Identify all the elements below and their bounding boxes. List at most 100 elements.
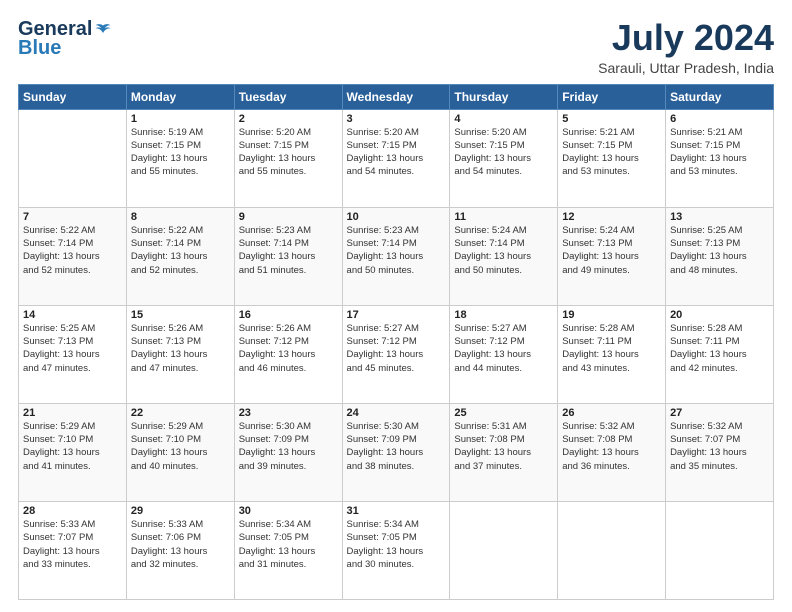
day-number: 27 [670, 407, 769, 419]
calendar-cell: 17Sunrise: 5:27 AMSunset: 7:12 PMDayligh… [342, 305, 450, 403]
day-info: Sunrise: 5:23 AMSunset: 7:14 PMDaylight:… [239, 224, 338, 277]
calendar-cell: 25Sunrise: 5:31 AMSunset: 7:08 PMDayligh… [450, 403, 558, 501]
day-info: Sunrise: 5:32 AMSunset: 7:07 PMDaylight:… [670, 420, 769, 473]
calendar-cell: 9Sunrise: 5:23 AMSunset: 7:14 PMDaylight… [234, 207, 342, 305]
day-info: Sunrise: 5:31 AMSunset: 7:08 PMDaylight:… [454, 420, 553, 473]
day-number: 25 [454, 407, 553, 419]
calendar-cell: 5Sunrise: 5:21 AMSunset: 7:15 PMDaylight… [558, 109, 666, 207]
day-number: 9 [239, 211, 338, 223]
calendar-cell: 22Sunrise: 5:29 AMSunset: 7:10 PMDayligh… [126, 403, 234, 501]
day-info: Sunrise: 5:28 AMSunset: 7:11 PMDaylight:… [562, 322, 661, 375]
logo-blue: Blue [18, 37, 61, 60]
calendar-cell: 15Sunrise: 5:26 AMSunset: 7:13 PMDayligh… [126, 305, 234, 403]
logo: General Blue [18, 18, 112, 60]
day-number: 10 [347, 211, 446, 223]
day-info: Sunrise: 5:24 AMSunset: 7:13 PMDaylight:… [562, 224, 661, 277]
day-number: 20 [670, 309, 769, 321]
day-number: 11 [454, 211, 553, 223]
day-number: 26 [562, 407, 661, 419]
calendar-cell: 27Sunrise: 5:32 AMSunset: 7:07 PMDayligh… [666, 403, 774, 501]
day-info: Sunrise: 5:19 AMSunset: 7:15 PMDaylight:… [131, 126, 230, 179]
day-info: Sunrise: 5:26 AMSunset: 7:12 PMDaylight:… [239, 322, 338, 375]
day-number: 2 [239, 113, 338, 125]
day-info: Sunrise: 5:33 AMSunset: 7:06 PMDaylight:… [131, 518, 230, 571]
calendar-week-1: 1Sunrise: 5:19 AMSunset: 7:15 PMDaylight… [19, 109, 774, 207]
day-number: 17 [347, 309, 446, 321]
calendar-cell [558, 501, 666, 599]
calendar-cell: 31Sunrise: 5:34 AMSunset: 7:05 PMDayligh… [342, 501, 450, 599]
calendar-week-2: 7Sunrise: 5:22 AMSunset: 7:14 PMDaylight… [19, 207, 774, 305]
calendar-cell: 19Sunrise: 5:28 AMSunset: 7:11 PMDayligh… [558, 305, 666, 403]
day-number: 31 [347, 505, 446, 517]
day-info: Sunrise: 5:20 AMSunset: 7:15 PMDaylight:… [239, 126, 338, 179]
day-info: Sunrise: 5:25 AMSunset: 7:13 PMDaylight:… [670, 224, 769, 277]
day-number: 1 [131, 113, 230, 125]
day-info: Sunrise: 5:26 AMSunset: 7:13 PMDaylight:… [131, 322, 230, 375]
calendar-cell: 28Sunrise: 5:33 AMSunset: 7:07 PMDayligh… [19, 501, 127, 599]
calendar-cell: 29Sunrise: 5:33 AMSunset: 7:06 PMDayligh… [126, 501, 234, 599]
day-number: 3 [347, 113, 446, 125]
col-tuesday: Tuesday [234, 84, 342, 109]
day-number: 19 [562, 309, 661, 321]
calendar-cell [666, 501, 774, 599]
col-saturday: Saturday [666, 84, 774, 109]
day-info: Sunrise: 5:32 AMSunset: 7:08 PMDaylight:… [562, 420, 661, 473]
day-info: Sunrise: 5:27 AMSunset: 7:12 PMDaylight:… [454, 322, 553, 375]
location: Sarauli, Uttar Pradesh, India [598, 60, 774, 76]
col-wednesday: Wednesday [342, 84, 450, 109]
day-number: 13 [670, 211, 769, 223]
calendar-cell: 30Sunrise: 5:34 AMSunset: 7:05 PMDayligh… [234, 501, 342, 599]
day-number: 30 [239, 505, 338, 517]
day-info: Sunrise: 5:30 AMSunset: 7:09 PMDaylight:… [347, 420, 446, 473]
day-number: 8 [131, 211, 230, 223]
day-info: Sunrise: 5:20 AMSunset: 7:15 PMDaylight:… [454, 126, 553, 179]
day-info: Sunrise: 5:23 AMSunset: 7:14 PMDaylight:… [347, 224, 446, 277]
calendar-cell: 18Sunrise: 5:27 AMSunset: 7:12 PMDayligh… [450, 305, 558, 403]
day-number: 28 [23, 505, 122, 517]
calendar-cell: 11Sunrise: 5:24 AMSunset: 7:14 PMDayligh… [450, 207, 558, 305]
calendar-cell: 1Sunrise: 5:19 AMSunset: 7:15 PMDaylight… [126, 109, 234, 207]
col-monday: Monday [126, 84, 234, 109]
day-number: 16 [239, 309, 338, 321]
day-info: Sunrise: 5:22 AMSunset: 7:14 PMDaylight:… [131, 224, 230, 277]
header: General Blue July 2024 Sarauli, Uttar Pr… [18, 18, 774, 76]
col-friday: Friday [558, 84, 666, 109]
day-info: Sunrise: 5:34 AMSunset: 7:05 PMDaylight:… [347, 518, 446, 571]
calendar-week-5: 28Sunrise: 5:33 AMSunset: 7:07 PMDayligh… [19, 501, 774, 599]
day-number: 12 [562, 211, 661, 223]
calendar-cell: 24Sunrise: 5:30 AMSunset: 7:09 PMDayligh… [342, 403, 450, 501]
day-number: 4 [454, 113, 553, 125]
day-info: Sunrise: 5:21 AMSunset: 7:15 PMDaylight:… [562, 126, 661, 179]
calendar-cell: 14Sunrise: 5:25 AMSunset: 7:13 PMDayligh… [19, 305, 127, 403]
day-info: Sunrise: 5:21 AMSunset: 7:15 PMDaylight:… [670, 126, 769, 179]
day-number: 15 [131, 309, 230, 321]
day-number: 5 [562, 113, 661, 125]
calendar-cell: 21Sunrise: 5:29 AMSunset: 7:10 PMDayligh… [19, 403, 127, 501]
calendar-week-3: 14Sunrise: 5:25 AMSunset: 7:13 PMDayligh… [19, 305, 774, 403]
calendar-cell: 6Sunrise: 5:21 AMSunset: 7:15 PMDaylight… [666, 109, 774, 207]
day-number: 14 [23, 309, 122, 321]
calendar-table: Sunday Monday Tuesday Wednesday Thursday… [18, 84, 774, 600]
title-section: July 2024 Sarauli, Uttar Pradesh, India [598, 18, 774, 76]
day-info: Sunrise: 5:25 AMSunset: 7:13 PMDaylight:… [23, 322, 122, 375]
day-info: Sunrise: 5:29 AMSunset: 7:10 PMDaylight:… [131, 420, 230, 473]
day-number: 22 [131, 407, 230, 419]
day-info: Sunrise: 5:24 AMSunset: 7:14 PMDaylight:… [454, 224, 553, 277]
calendar-cell [450, 501, 558, 599]
day-info: Sunrise: 5:20 AMSunset: 7:15 PMDaylight:… [347, 126, 446, 179]
day-number: 29 [131, 505, 230, 517]
calendar-cell: 2Sunrise: 5:20 AMSunset: 7:15 PMDaylight… [234, 109, 342, 207]
page: General Blue July 2024 Sarauli, Uttar Pr… [0, 0, 792, 612]
calendar-cell: 23Sunrise: 5:30 AMSunset: 7:09 PMDayligh… [234, 403, 342, 501]
col-thursday: Thursday [450, 84, 558, 109]
day-number: 24 [347, 407, 446, 419]
month-year: July 2024 [598, 18, 774, 58]
calendar-cell: 20Sunrise: 5:28 AMSunset: 7:11 PMDayligh… [666, 305, 774, 403]
calendar-week-4: 21Sunrise: 5:29 AMSunset: 7:10 PMDayligh… [19, 403, 774, 501]
calendar-cell: 16Sunrise: 5:26 AMSunset: 7:12 PMDayligh… [234, 305, 342, 403]
calendar-cell: 12Sunrise: 5:24 AMSunset: 7:13 PMDayligh… [558, 207, 666, 305]
calendar-cell: 26Sunrise: 5:32 AMSunset: 7:08 PMDayligh… [558, 403, 666, 501]
header-row: Sunday Monday Tuesday Wednesday Thursday… [19, 84, 774, 109]
day-info: Sunrise: 5:27 AMSunset: 7:12 PMDaylight:… [347, 322, 446, 375]
calendar-cell: 4Sunrise: 5:20 AMSunset: 7:15 PMDaylight… [450, 109, 558, 207]
